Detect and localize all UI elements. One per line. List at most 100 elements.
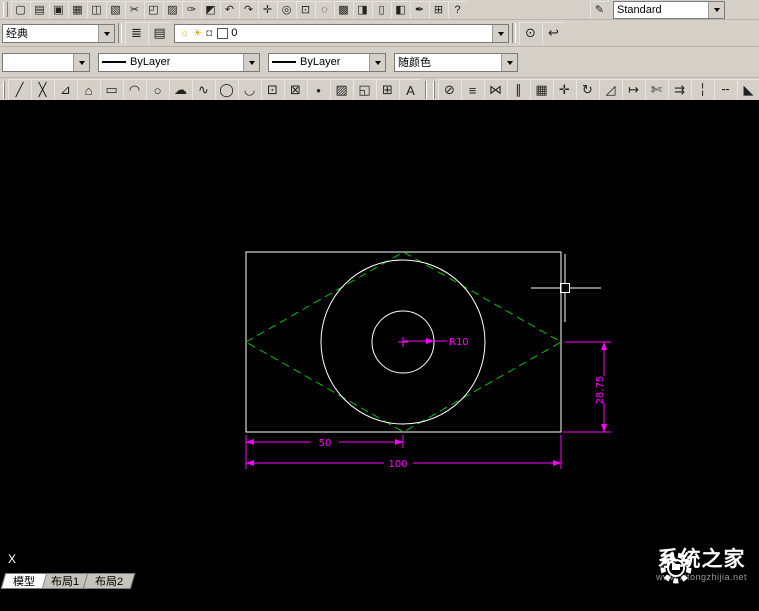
array-button[interactable]: ▦ <box>530 79 553 102</box>
ellipse-button[interactable]: ◯ <box>215 79 238 102</box>
rectangle-icon: ▭ <box>105 82 117 98</box>
toolbar-drag-handle[interactable] <box>3 81 5 99</box>
undo-button[interactable]: ↶ <box>220 1 239 19</box>
drawing-canvas[interactable]: R10 50 100 <box>0 100 759 611</box>
save-button[interactable]: ▣ <box>49 1 68 19</box>
point-button[interactable]: • <box>307 79 330 102</box>
text-style-combo[interactable]: Standard <box>613 1 725 19</box>
markup-set-manager-button[interactable]: ✒ <box>410 1 429 19</box>
layer-properties-manager-button[interactable]: ≣ <box>125 22 148 45</box>
height-dimension[interactable]: 28.75 <box>563 342 611 432</box>
layer-states-manager-button[interactable]: ▤ <box>148 22 171 45</box>
layer-color-swatch <box>217 28 228 39</box>
extend-button[interactable]: ⇉ <box>668 79 691 102</box>
tab-layout1-label: 布局1 <box>51 573 79 589</box>
tool-palettes-button[interactable]: ▯ <box>372 1 391 19</box>
text-style-dropdown-arrow[interactable] <box>708 2 724 18</box>
cut-button[interactable]: ✂ <box>125 1 144 19</box>
paste-button[interactable]: ▨ <box>163 1 182 19</box>
line-button[interactable]: ╱ <box>8 79 31 102</box>
block-editor-button[interactable]: ◩ <box>201 1 220 19</box>
construction-line-button[interactable]: ╳ <box>31 79 54 102</box>
layer-combo[interactable]: ☼ ☀ ◘ 0 <box>174 24 509 43</box>
spline-button[interactable]: ∿ <box>192 79 215 102</box>
toolbar-separator <box>118 23 122 43</box>
toolbar-drag-handle[interactable] <box>433 81 435 99</box>
ellipse-arc-button[interactable]: ◡ <box>238 79 261 102</box>
layer-previous-button[interactable]: ↩ <box>542 22 565 45</box>
trim-button[interactable]: ✄ <box>645 79 668 102</box>
chamfer-button[interactable]: ◣ <box>737 79 759 102</box>
plot-preview-button[interactable]: ◫ <box>87 1 106 19</box>
zoom-window-button[interactable]: ⊡ <box>296 1 315 19</box>
polygon-button[interactable]: ⌂ <box>77 79 100 102</box>
hatch-button[interactable]: ▨ <box>330 79 353 102</box>
break-button[interactable]: ╌ <box>714 79 737 102</box>
redo-button[interactable]: ↷ <box>239 1 258 19</box>
region-button[interactable]: ◱ <box>353 79 376 102</box>
quickcalc-icon: ⊞ <box>434 3 443 16</box>
plot-style-combo[interactable]: 随颜色 <box>394 53 518 72</box>
multiline-text-button[interactable]: A <box>399 79 422 102</box>
lineweight-dropdown-arrow[interactable] <box>369 54 385 71</box>
designcenter-button[interactable]: ◨ <box>353 1 372 19</box>
properties-toolbar: ByLayer ByLayer 随颜色 <box>0 47 759 78</box>
color-dropdown-arrow[interactable] <box>73 54 89 71</box>
plot-style-value: 随颜色 <box>398 54 431 70</box>
make-object-layer-current-button[interactable]: ⊙ <box>519 22 542 45</box>
revision-cloud-button[interactable]: ☁ <box>169 79 192 102</box>
help-button[interactable]: ? <box>448 1 467 19</box>
new-file-button[interactable]: ▢ <box>11 1 30 19</box>
zoom-previous-button[interactable]: ◌ <box>315 1 334 19</box>
tab-layout2[interactable]: 布局2 <box>83 573 136 589</box>
circle-button[interactable]: ○ <box>146 79 169 102</box>
scale-button[interactable]: ◿ <box>599 79 622 102</box>
point-icon: • <box>316 83 321 98</box>
model-space[interactable]: R10 50 100 <box>0 100 759 611</box>
copy-object-icon: ≡ <box>469 83 477 98</box>
layer-dropdown-arrow[interactable] <box>492 25 508 42</box>
make-block-button[interactable]: ⊠ <box>284 79 307 102</box>
properties-button[interactable]: ▩ <box>334 1 353 19</box>
rotate-button[interactable]: ↻ <box>576 79 599 102</box>
construction-line-icon: ╳ <box>39 82 47 98</box>
workspace-combo[interactable]: 经典 <box>2 24 115 43</box>
open-file-button[interactable]: ▤ <box>30 1 49 19</box>
lineweight-combo[interactable]: ByLayer <box>268 53 386 72</box>
offset-button[interactable]: ∥ <box>507 79 530 102</box>
sheet-set-manager-icon: ◧ <box>395 3 405 16</box>
table-button[interactable]: ⊞ <box>376 79 399 102</box>
zoom-realtime-button[interactable]: ◎ <box>277 1 296 19</box>
polyline-button[interactable]: ⊿ <box>54 79 77 102</box>
insert-block-button[interactable]: ⊡ <box>261 79 284 102</box>
color-combo[interactable] <box>2 53 90 72</box>
plot-style-dropdown-arrow[interactable] <box>501 54 517 71</box>
match-properties-button[interactable]: ✑ <box>182 1 201 19</box>
rectangle-button[interactable]: ▭ <box>100 79 123 102</box>
workspace-dropdown-arrow[interactable] <box>98 25 114 42</box>
erase-button[interactable]: ⊘ <box>438 79 461 102</box>
toolbar-drag-handle[interactable] <box>3 2 8 16</box>
tab-model[interactable]: 模型 <box>1 573 48 589</box>
draw-modify-toolbar: ╱╳⊿⌂▭◠○☁∿◯◡⊡⊠•▨◱⊞A ⊘≡⋈∥▦✛↻◿↦✄⇉╎╌◣◜✳ <box>0 78 759 102</box>
sheet-set-manager-button[interactable]: ◧ <box>391 1 410 19</box>
stretch-button[interactable]: ↦ <box>622 79 645 102</box>
layer-freeze-sun-icon[interactable]: ☀ <box>193 28 202 39</box>
publish-button[interactable]: ▧ <box>106 1 125 19</box>
copy-clip-button[interactable]: ◰ <box>144 1 163 19</box>
text-style-button[interactable]: ✎ <box>590 1 609 19</box>
arc-button[interactable]: ◠ <box>123 79 146 102</box>
break-at-point-button[interactable]: ╎ <box>691 79 714 102</box>
dim-arrowhead <box>246 460 254 466</box>
mirror-button[interactable]: ⋈ <box>484 79 507 102</box>
pan-button[interactable]: ✛ <box>258 1 277 19</box>
plot-button[interactable]: ▦ <box>68 1 87 19</box>
layer-lock-icon[interactable]: ◘ <box>206 28 212 39</box>
half-width-dimension[interactable]: 50 <box>246 435 403 469</box>
quickcalc-button[interactable]: ⊞ <box>429 1 448 19</box>
linetype-combo[interactable]: ByLayer <box>98 53 260 72</box>
linetype-dropdown-arrow[interactable] <box>243 54 259 71</box>
layer-visibility-bulb-icon[interactable]: ☼ <box>180 28 189 39</box>
move-button[interactable]: ✛ <box>553 79 576 102</box>
copy-object-button[interactable]: ≡ <box>461 79 484 102</box>
